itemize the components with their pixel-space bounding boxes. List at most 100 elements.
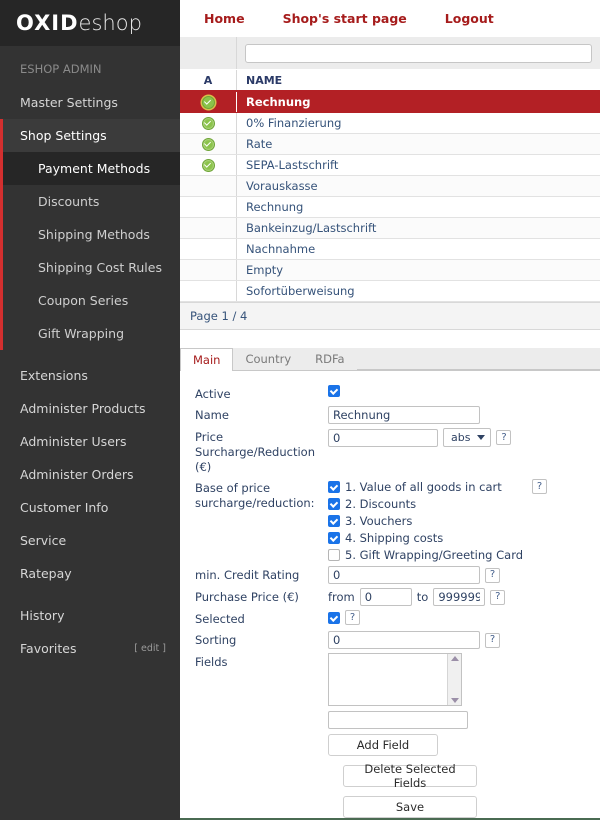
field-row-fields: Fields Add Field (180, 653, 600, 756)
row-name-cell: Nachnahme (237, 239, 600, 259)
price-surcharge-unit-select[interactable]: abs (443, 428, 491, 447)
label-fields: Fields (180, 653, 328, 670)
sidebar-item-ratepay[interactable]: Ratepay (0, 557, 180, 590)
tab-rdfa[interactable]: RDFa (303, 348, 356, 370)
scroll-up-icon[interactable] (451, 656, 459, 661)
new-field-input[interactable] (328, 711, 468, 729)
nav-link-shop-start-page[interactable]: Shop's start page (283, 11, 407, 26)
sidebar-item-discounts[interactable]: Discounts (0, 185, 180, 218)
base-option-row[interactable]: 1. Value of all goods in cart (328, 479, 523, 494)
active-check-icon (202, 117, 215, 130)
base-option-row[interactable]: 4. Shipping costs (328, 530, 523, 545)
label-price-surcharge: Price Surcharge/Reduction (€) (180, 428, 328, 475)
control-selected: ? (328, 610, 360, 625)
pagination-status: Page 1 / 4 (180, 302, 600, 330)
add-field-button[interactable]: Add Field (328, 734, 438, 756)
label-purchase-price: Purchase Price (€) (180, 588, 328, 605)
table-row[interactable]: 0% Finanzierung (180, 113, 600, 134)
base-option-row[interactable]: 3. Vouchers (328, 513, 523, 528)
sidebar-item-gift-wrapping[interactable]: Gift Wrapping (0, 317, 180, 350)
column-header-active[interactable]: A (180, 70, 237, 90)
sorting-input[interactable] (328, 631, 480, 649)
tabs-filler (357, 348, 600, 370)
logo-light-text: eshop (79, 11, 142, 35)
table-row[interactable]: Bankeinzug/Lastschrift (180, 218, 600, 239)
sidebar-item-payment-methods[interactable]: Payment Methods (0, 152, 180, 185)
sidebar-item-shipping-cost-rules[interactable]: Shipping Cost Rules (0, 251, 180, 284)
base-option-2-checkbox[interactable] (328, 498, 340, 510)
table-row[interactable]: Rechnung (180, 197, 600, 218)
nav-link-logout[interactable]: Logout (445, 11, 494, 26)
label-active: Active (180, 385, 328, 402)
sidebar-divider-gap-2 (0, 590, 180, 599)
row-active-cell (180, 176, 237, 196)
sidebar-item-shipping-methods[interactable]: Shipping Methods (0, 218, 180, 251)
base-option-row[interactable]: 5. Gift Wrapping/Greeting Card (328, 547, 523, 562)
base-option-row[interactable]: 2. Discounts (328, 496, 523, 511)
favorites-edit-link[interactable]: [ edit ] (134, 643, 166, 654)
active-check-icon (202, 159, 215, 172)
column-header-name[interactable]: NAME (237, 74, 600, 87)
base-option-1-checkbox[interactable] (328, 481, 340, 493)
help-icon-price-surcharge[interactable]: ? (496, 430, 511, 445)
detail-tabs: Main Country RDFa (180, 349, 600, 371)
base-option-4-checkbox[interactable] (328, 532, 340, 544)
field-row-purchase-price: Purchase Price (€) from to ? (180, 588, 600, 606)
base-option-5-checkbox[interactable] (328, 549, 340, 561)
help-icon-credit-rating[interactable]: ? (485, 568, 500, 583)
help-icon-sorting[interactable]: ? (485, 633, 500, 648)
fields-listbox[interactable] (328, 653, 462, 706)
sidebar-item-administer-users[interactable]: Administer Users (0, 425, 180, 458)
row-name-cell: Rechnung (237, 197, 600, 217)
table-row[interactable]: Empty (180, 260, 600, 281)
sidebar-item-extensions[interactable]: Extensions (0, 359, 180, 392)
purchase-price-from-input[interactable] (360, 588, 412, 606)
active-checkbox[interactable] (328, 385, 340, 397)
row-active-cell (180, 92, 237, 112)
label-base-of-price: Base of price surcharge/reduction: (180, 479, 328, 511)
sidebar-item-history[interactable]: History (0, 599, 180, 632)
sidebar-item-administer-orders[interactable]: Administer Orders (0, 458, 180, 491)
row-name-cell: Sofortüberweisung (237, 281, 600, 301)
control-fields: Add Field (328, 653, 468, 756)
tab-main[interactable]: Main (180, 348, 233, 371)
table-row[interactable]: Rate (180, 134, 600, 155)
field-row-sorting: Sorting ? (180, 631, 600, 649)
scroll-down-icon[interactable] (451, 698, 459, 703)
tab-country[interactable]: Country (233, 348, 303, 370)
base-option-3-checkbox[interactable] (328, 515, 340, 527)
help-icon-selected[interactable]: ? (345, 610, 360, 625)
sidebar-item-service[interactable]: Service (0, 524, 180, 557)
save-button[interactable]: Save (343, 796, 477, 818)
label-base-of-price-line1: Base of price (195, 481, 328, 496)
fields-listbox-scrollbar[interactable] (447, 654, 461, 705)
label-selected: Selected (180, 610, 328, 627)
active-check-icon (202, 138, 215, 151)
sidebar-item-administer-products[interactable]: Administer Products (0, 392, 180, 425)
sidebar-item-customer-info[interactable]: Customer Info (0, 491, 180, 524)
sidebar-item-shop-settings[interactable]: Shop Settings (0, 119, 180, 152)
list-search-input[interactable] (246, 47, 591, 64)
table-row[interactable]: Sofortüberweisung (180, 281, 600, 302)
table-row[interactable]: Vorauskasse (180, 176, 600, 197)
sidebar-item-favorites[interactable]: Favorites [ edit ] (0, 632, 180, 665)
help-icon-base-of-price[interactable]: ? (532, 479, 547, 494)
list-search-field-wrapper[interactable] (245, 44, 592, 63)
sidebar-item-master-settings[interactable]: Master Settings (0, 86, 180, 119)
help-icon-purchase-price[interactable]: ? (490, 590, 505, 605)
selected-checkbox[interactable] (328, 612, 340, 624)
table-row[interactable]: Nachnahme (180, 239, 600, 260)
sidebar-item-coupon-series[interactable]: Coupon Series (0, 284, 180, 317)
pane-separator (180, 330, 600, 349)
nav-link-home[interactable]: Home (204, 11, 245, 26)
price-surcharge-input[interactable] (328, 429, 438, 447)
logo-bold-text: OXID (16, 11, 79, 35)
control-purchase-price: from to ? (328, 588, 505, 606)
purchase-price-to-input[interactable] (433, 588, 485, 606)
credit-rating-input[interactable] (328, 566, 480, 584)
table-row[interactable]: Rechnung (180, 92, 600, 113)
delete-selected-fields-button[interactable]: Delete Selected Fields (343, 765, 477, 787)
table-row[interactable]: SEPA-Lastschrift (180, 155, 600, 176)
name-input[interactable] (328, 406, 480, 424)
fields-listbox-area[interactable] (329, 654, 447, 705)
